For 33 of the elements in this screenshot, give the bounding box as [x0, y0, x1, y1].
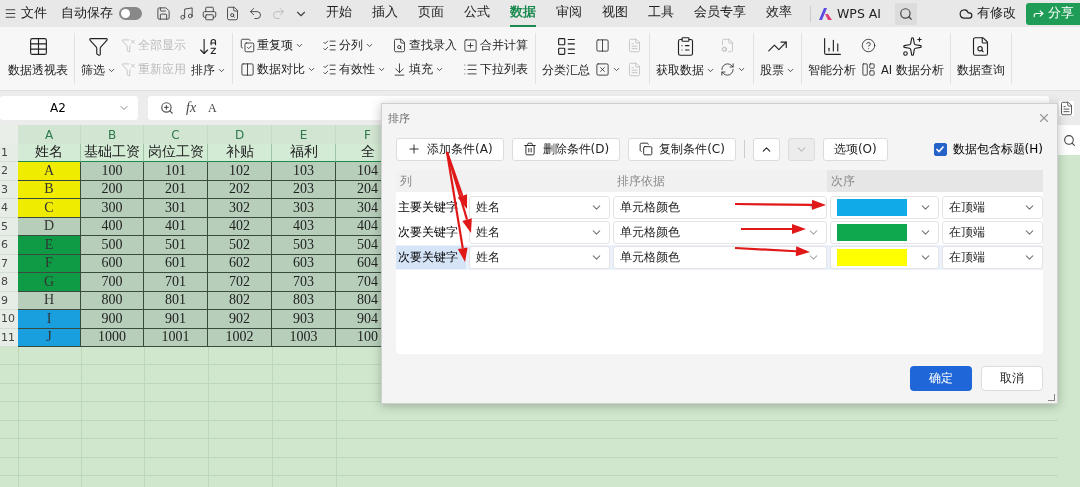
key-label: 次要关键字: [396, 246, 466, 269]
table-cell: 901: [144, 310, 208, 329]
table-cell: E: [18, 236, 81, 255]
table-cell: 100: [81, 162, 144, 181]
table-cell: G: [18, 273, 81, 292]
table-cell: 101: [144, 162, 208, 181]
table-cell: 300: [81, 199, 144, 218]
table-cell: 701: [144, 273, 208, 292]
table-header: 次序: [827, 170, 1043, 192]
dialog-title: 排序: [388, 110, 410, 126]
table-cell: 503: [272, 236, 336, 255]
key-label: 次要关键字: [397, 224, 459, 241]
table-cell: 702: [208, 273, 272, 292]
table-header: 排序依据: [613, 170, 827, 192]
table-cell: 700: [81, 273, 144, 292]
table-cell: 103: [272, 162, 336, 181]
checkbox-label: 数据包含标题(H): [952, 140, 1043, 158]
table-cell: 502: [208, 236, 272, 255]
table-cell: A: [18, 162, 81, 181]
table-cell: 703: [272, 273, 336, 292]
table-cell: 302: [208, 199, 272, 218]
table-cell: 301: [144, 199, 208, 218]
table-cell: 500: [81, 236, 144, 255]
table-cell: 303: [272, 199, 336, 218]
table-cell: 900: [81, 310, 144, 329]
table-cell: I: [18, 310, 81, 329]
table-cell: 501: [144, 236, 208, 255]
table-cell: 902: [208, 310, 272, 329]
table-cell: 903: [272, 310, 336, 329]
table-cell: C: [18, 199, 81, 218]
autosave-label: 自动保存: [61, 5, 113, 22]
table-cell: 102: [208, 162, 272, 181]
table-header: 列: [396, 170, 613, 192]
